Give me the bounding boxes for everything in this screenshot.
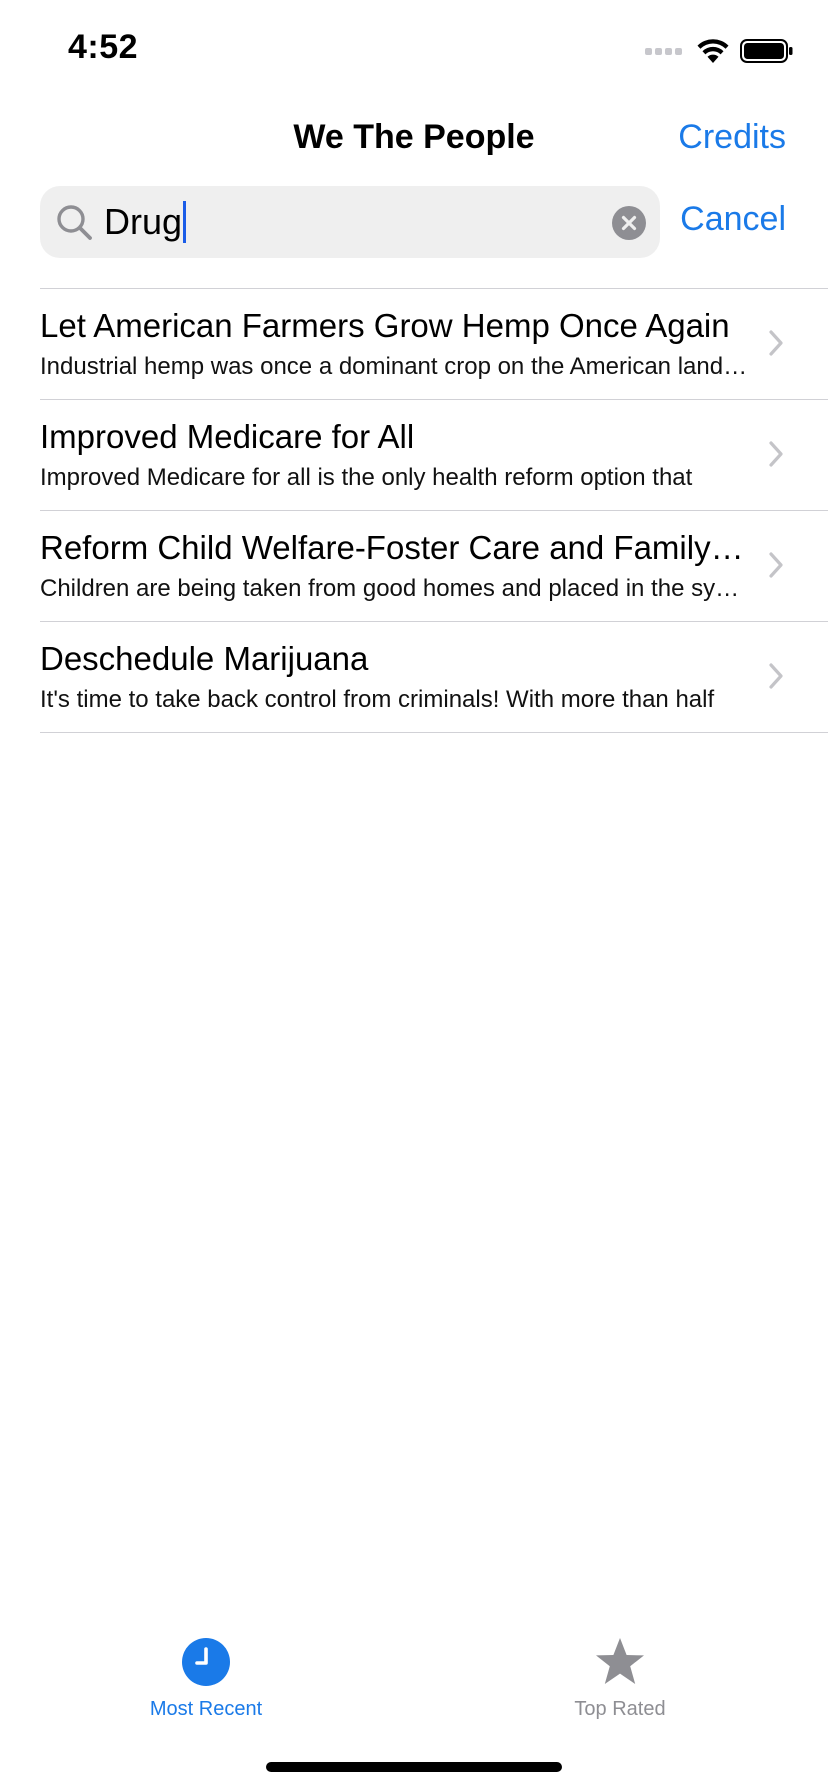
tab-bar: Most Recent Top Rated [0, 1620, 828, 1740]
clock-icon [182, 1638, 230, 1686]
star-icon [596, 1638, 644, 1684]
status-bar: 4:52 [0, 0, 828, 100]
tab-label: Most Recent [149, 1698, 263, 1720]
result-subtitle: It's time to take back control from crim… [40, 686, 715, 713]
credits-button[interactable]: Credits [678, 118, 786, 157]
search-icon [57, 205, 92, 240]
status-time: 4:52 [68, 28, 139, 66]
chevron-right-icon [769, 663, 783, 689]
wifi-icon [697, 39, 729, 63]
text-cursor [183, 201, 187, 243]
search-input-value: Drug [104, 201, 183, 242]
result-title: Improved Medicare for All [40, 418, 415, 455]
tab-most-recent[interactable]: Most Recent [106, 1636, 306, 1721]
result-row[interactable]: Let American Farmers Grow Hemp Once Agai… [40, 288, 828, 399]
result-row[interactable]: Deschedule Marijuana It's time to take b… [40, 621, 828, 733]
cellular-signal-icon [645, 47, 682, 55]
result-list: Let American Farmers Grow Hemp Once Agai… [40, 288, 828, 733]
result-title: Let American Farmers Grow Hemp Once Agai… [40, 307, 730, 344]
result-subtitle: Children are being taken from good homes… [40, 575, 750, 602]
chevron-right-icon [769, 552, 783, 578]
home-indicator[interactable] [266, 1762, 562, 1772]
search-input[interactable]: Drug [104, 201, 187, 243]
tab-label: Top Rated [574, 1698, 666, 1720]
chevron-right-icon [769, 330, 783, 356]
chevron-right-icon [769, 441, 783, 467]
cancel-button[interactable]: Cancel [680, 200, 786, 239]
battery-icon [740, 39, 793, 63]
result-row[interactable]: Improved Medicare for All Improved Medic… [40, 399, 828, 510]
search-field[interactable]: Drug [40, 186, 660, 258]
tab-top-rated[interactable]: Top Rated [520, 1636, 720, 1721]
result-subtitle: Industrial hemp was once a dominant crop… [40, 353, 750, 380]
result-title: Reform Child Welfare-Foster Care and Fam… [40, 529, 746, 566]
result-subtitle: Improved Medicare for all is the only he… [40, 464, 693, 491]
clear-search-icon[interactable] [612, 206, 646, 240]
result-title: Deschedule Marijuana [40, 640, 369, 677]
status-icons [645, 36, 794, 66]
result-row[interactable]: Reform Child Welfare-Foster Care and Fam… [40, 510, 828, 621]
